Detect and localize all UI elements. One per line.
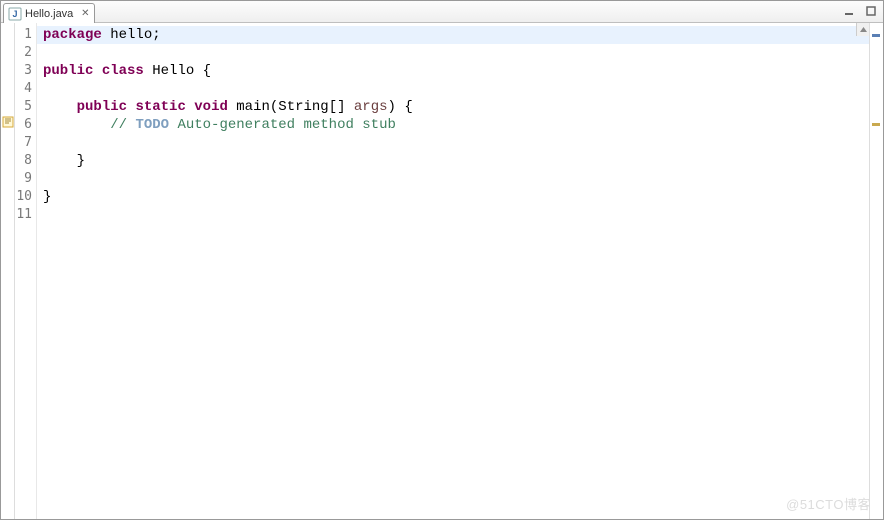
code-line — [37, 80, 869, 98]
code-line — [37, 134, 869, 152]
minimize-button[interactable] — [841, 3, 857, 19]
scroll-up-button[interactable] — [856, 23, 869, 36]
java-file-icon: J — [8, 7, 22, 21]
overview-current-line-marker — [872, 34, 880, 37]
overview-warning-marker — [872, 123, 880, 126]
editor-tab[interactable]: J Hello.java — [3, 3, 95, 23]
code-editor[interactable]: package hello; public class Hello { publ… — [37, 23, 869, 519]
code-line: package hello; — [37, 26, 869, 44]
line-number: 7 — [15, 134, 36, 152]
line-number: 11 — [15, 206, 36, 224]
line-number-gutter: 1 2 3 4 5 6 7 8 9 10 11 — [15, 23, 37, 519]
code-line: } — [37, 188, 869, 206]
line-number: 6 — [15, 116, 36, 134]
annotation-ruler — [1, 23, 15, 519]
code-line — [37, 206, 869, 224]
watermark-text: @51CTO博客 — [786, 494, 871, 513]
overview-ruler[interactable] — [869, 23, 883, 519]
line-number: 4 — [15, 80, 36, 98]
code-line: // TODO Auto-generated method stub — [37, 116, 869, 134]
code-line: public class Hello { — [37, 62, 869, 80]
code-line — [37, 44, 869, 62]
line-number: 8 — [15, 152, 36, 170]
svg-text:J: J — [12, 9, 17, 19]
code-line: public static void main(String[] args) { — [37, 98, 869, 116]
maximize-button[interactable] — [863, 3, 879, 19]
line-number: 5 — [15, 98, 36, 116]
close-icon[interactable] — [80, 9, 90, 19]
tab-filename: Hello.java — [25, 8, 73, 20]
warning-marker-icon[interactable] — [2, 116, 14, 128]
line-number: 3 — [15, 62, 36, 80]
code-line: } — [37, 152, 869, 170]
line-number: 10 — [15, 188, 36, 206]
code-line — [37, 170, 869, 188]
line-number: 9 — [15, 170, 36, 188]
line-number: 2 — [15, 44, 36, 62]
editor-area: 1 2 3 4 5 6 7 8 9 10 11 package hello; p… — [1, 23, 883, 519]
line-number: 1 — [15, 26, 36, 44]
tab-bar: J Hello.java — [1, 1, 883, 23]
